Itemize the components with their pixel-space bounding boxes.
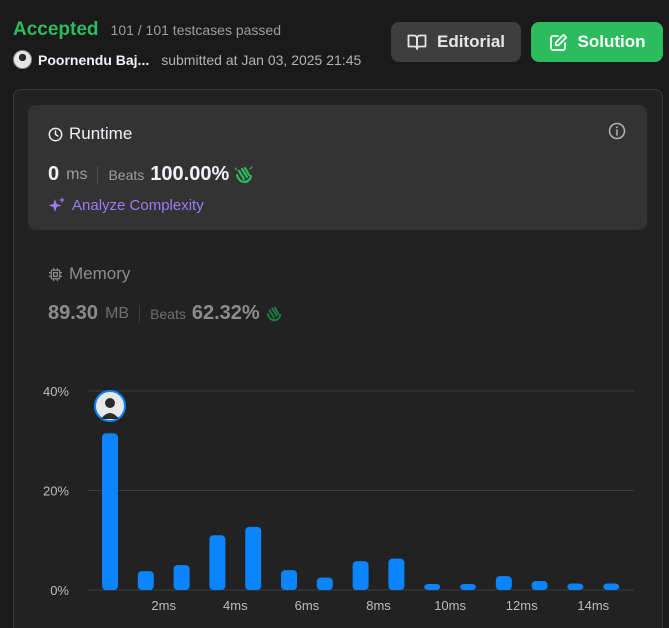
runtime-title-label: Runtime [69,124,133,143]
memory-title[interactable]: Memory [48,264,130,284]
accepted-status: Accepted [13,19,99,40]
histogram-bar[interactable] [245,526,262,590]
runtime-metrics: 0 ms Beats 100.00% [48,163,255,186]
solution-label: Solution [577,32,646,51]
info-icon[interactable] [608,122,626,140]
histogram-bar[interactable] [495,576,512,590]
y-tick-label: 20% [43,484,69,499]
runtime-beats-value: 100.00% [150,163,230,185]
histogram-bar[interactable] [281,570,297,590]
histogram-bar[interactable] [352,561,369,590]
avatar-head [105,398,115,408]
histogram-bar[interactable] [102,433,118,590]
histogram-bar[interactable] [460,584,476,590]
submission-header: Accepted 101 / 101 testcases passed Poor… [0,0,669,80]
histogram-bar[interactable] [567,583,584,590]
submitter-row: Poornendu Baj... submitted at Jan 03, 20… [13,50,361,69]
runtime-card[interactable]: Runtime 0 ms Beats 100.00% Analyze Compl… [28,105,647,230]
histogram-bar[interactable] [173,565,190,590]
x-tick-label: 10ms [434,598,466,613]
memory-beats-label: Beats [150,305,186,322]
memory-metrics: 89.30 MB Beats 62.32% [48,302,284,325]
clock-icon [48,127,63,141]
analyze-complexity-label: Analyze Complexity [72,196,204,214]
clapping-hands-icon [266,306,282,321]
histogram-bar[interactable] [316,577,333,590]
runtime-beats-label: Beats [108,166,145,183]
x-tick-label: 2ms [151,598,176,613]
book-icon [407,34,427,50]
divider [97,165,99,184]
edit-icon [549,33,567,51]
divider [139,304,141,323]
runtime-distribution-chart: 40% 20% 0% 2ms 4ms 6ms 8ms 10ms 12ms 14ms [43,384,634,613]
testcases-passed: 101 / 101 testcases passed [110,22,281,38]
sparkle-icon [48,196,66,212]
memory-unit: MB [105,304,130,322]
y-tick-label: 0% [50,583,69,598]
runtime-value: 0 [48,163,60,185]
username-link[interactable]: Poornendu Baj... [38,52,149,68]
histogram-bar[interactable] [424,584,441,590]
memory-beats-value: 62.32% [191,302,260,324]
histogram-bar[interactable] [388,558,405,590]
histogram-bar[interactable] [209,535,226,590]
user-avatar[interactable] [13,50,32,69]
memory-title-label: Memory [69,264,131,283]
x-tick-label: 4ms [223,598,248,613]
analyze-complexity-link[interactable]: Analyze Complexity [48,196,204,214]
x-tick-label: 8ms [366,598,391,613]
histogram-bar[interactable] [603,583,620,590]
y-tick-label: 40% [43,384,69,399]
status-row: Accepted 101 / 101 testcases passed [13,19,281,41]
x-tick-label: 6ms [295,598,320,613]
chip-icon [48,267,63,281]
x-tick-label: 14ms [577,598,609,613]
memory-value: 89.30 [48,302,99,324]
runtime-title: Runtime [48,124,132,144]
submitted-at: submitted at Jan 03, 2025 21:45 [161,51,362,68]
histogram-bar[interactable] [531,581,548,590]
editorial-label: Editorial [436,32,505,51]
x-tick-label: 12ms [506,598,538,613]
editorial-button[interactable]: Editorial [391,22,521,62]
clapping-hands-icon [234,165,253,183]
runtime-unit: ms [66,165,88,183]
histogram-bar[interactable] [137,571,154,590]
solution-button[interactable]: Solution [531,22,663,62]
